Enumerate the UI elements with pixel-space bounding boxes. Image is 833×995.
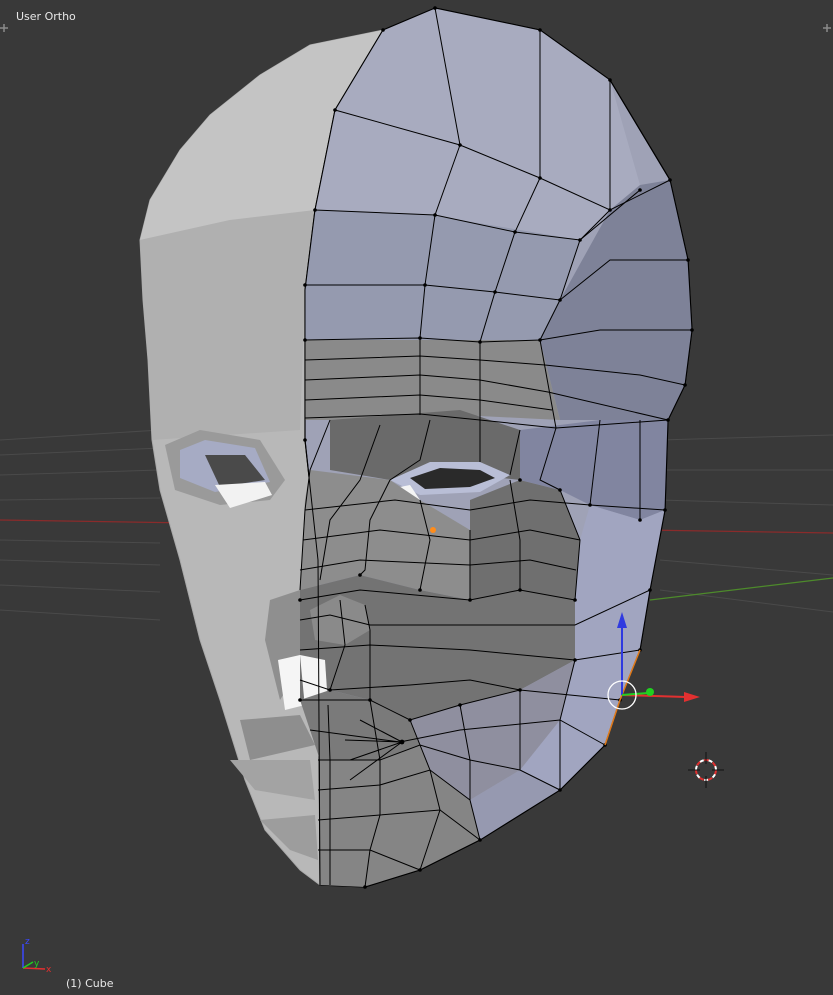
3d-viewport[interactable]: z y x User Ortho (1) Cube <box>0 0 833 995</box>
active-object-label: (1) Cube <box>66 977 114 990</box>
view-mode-label: User Ortho <box>16 10 76 23</box>
3d-cursor-icon[interactable] <box>688 752 724 788</box>
manipulator-icon[interactable] <box>607 612 700 710</box>
axis-x-label: x <box>46 965 52 975</box>
selected-vertex[interactable] <box>430 527 436 533</box>
axis-orientation-icon: z y x <box>22 937 52 975</box>
head-mesh-edit-half[interactable] <box>300 7 693 888</box>
y-axis-line <box>649 577 833 601</box>
axis-z-label: z <box>25 937 30 947</box>
viewport-scene[interactable]: z y x <box>0 0 833 995</box>
axis-y-label: y <box>34 959 40 969</box>
